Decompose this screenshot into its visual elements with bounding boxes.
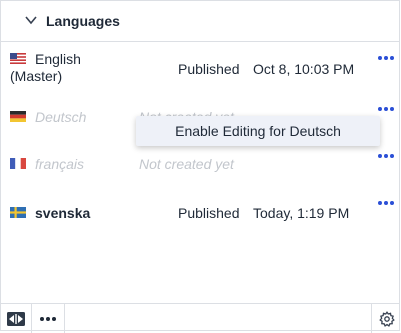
languages-header[interactable]: Languages	[1, 1, 399, 42]
more-options-icon[interactable]	[377, 107, 395, 115]
gear-icon[interactable]	[372, 304, 401, 333]
us-flag-icon	[10, 53, 26, 64]
language-row-english[interactable]: English (Master) Published Oct 8, 10:03 …	[1, 51, 399, 87]
swap-arrows-icon[interactable]	[1, 304, 31, 333]
language-name: svenska	[35, 205, 91, 221]
fr-flag-icon	[10, 158, 26, 169]
panel-footer	[1, 303, 399, 333]
language-name: Deutsch	[35, 109, 87, 125]
context-menu-item-label: Enable Editing for Deutsch	[175, 123, 341, 139]
languages-title: Languages	[46, 13, 120, 29]
language-name: English	[35, 51, 81, 67]
language-master-label: (Master)	[10, 68, 63, 84]
chevron-down-icon[interactable]	[25, 15, 37, 25]
more-options-icon[interactable]	[377, 154, 395, 162]
more-horizontal-icon[interactable]	[32, 304, 64, 333]
language-row-svenska[interactable]: svenska Published Today, 1:19 PM	[1, 201, 399, 225]
footer-divider	[64, 304, 65, 333]
language-name: français	[35, 156, 85, 172]
se-flag-icon	[10, 207, 26, 218]
language-status: Published	[178, 205, 240, 221]
language-row-francais[interactable]: français Not created yet	[1, 154, 399, 174]
languages-panel: Languages English (Master) Published Oct…	[0, 0, 400, 333]
more-options-icon[interactable]	[377, 201, 395, 209]
language-date: Oct 8, 10:03 PM	[253, 61, 355, 77]
de-flag-icon	[10, 111, 26, 122]
language-status: Not created yet	[139, 156, 234, 172]
language-date: Today, 1:19 PM	[253, 205, 350, 221]
more-options-icon[interactable]	[377, 56, 395, 64]
context-menu-enable-editing[interactable]: Enable Editing for Deutsch	[136, 116, 380, 146]
language-status: Published	[178, 61, 240, 77]
